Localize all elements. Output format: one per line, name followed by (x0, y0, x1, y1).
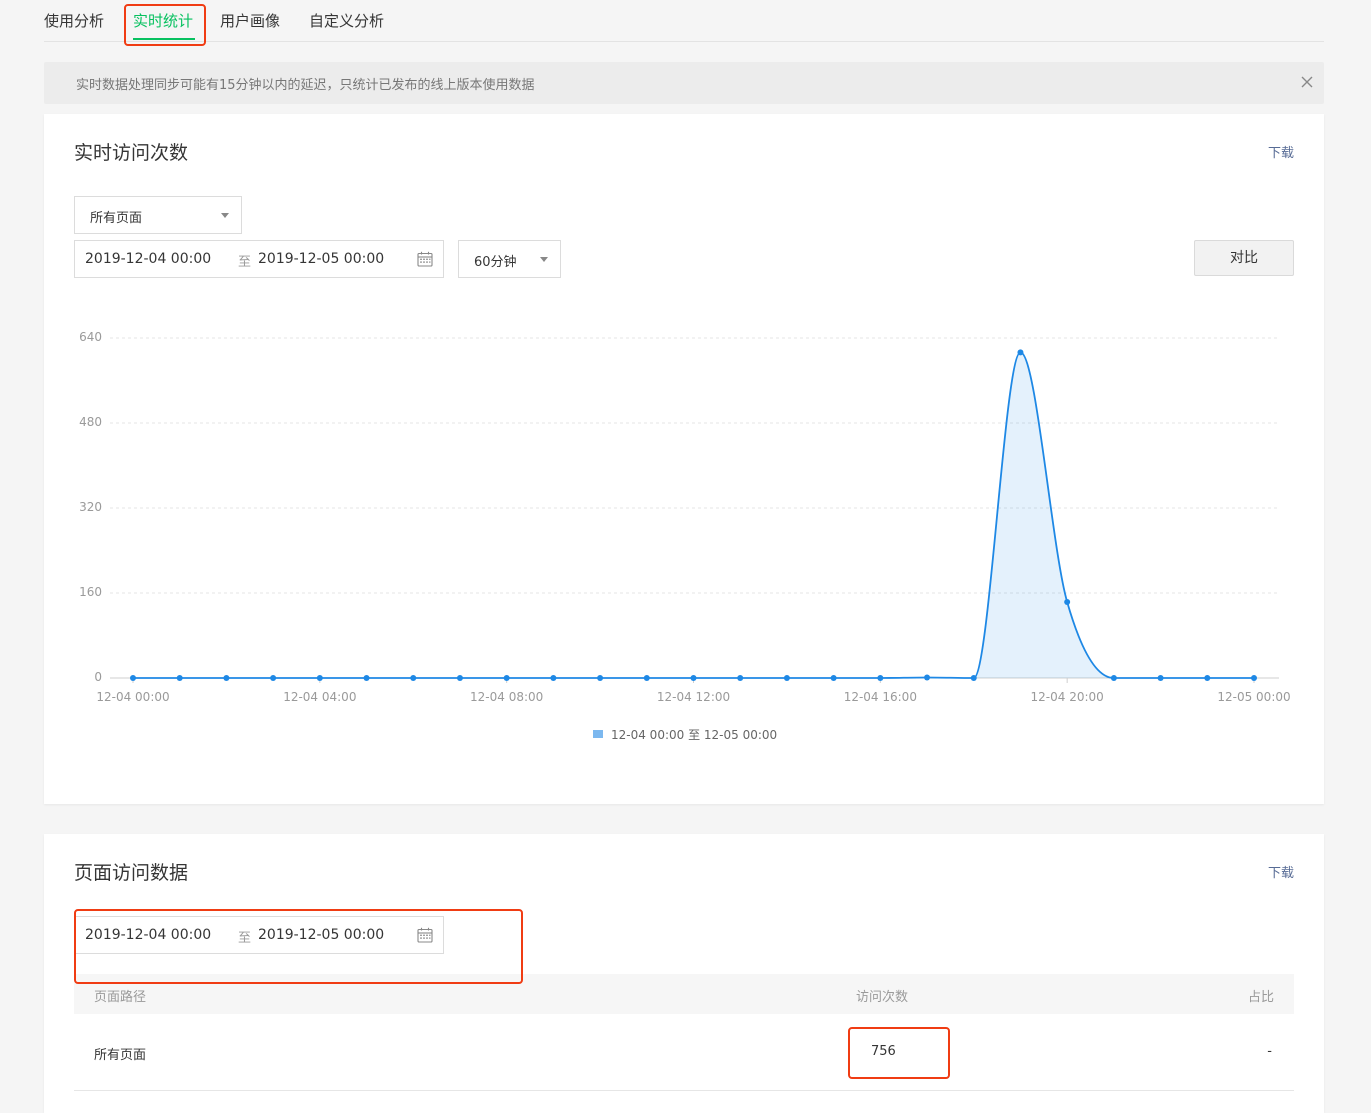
highlight-box-visits (848, 1027, 950, 1079)
card-title: 页面访问数据 (74, 862, 189, 884)
data-point (924, 674, 931, 681)
table-row: 所有页面 756 - (74, 1014, 1294, 1091)
y-tick-label: 480 (79, 415, 102, 429)
data-point (503, 675, 510, 681)
x-tick-label: 12-04 12:00 (656, 690, 731, 704)
data-point (1157, 675, 1164, 681)
column-header-path: 页面路径 (94, 990, 147, 1005)
y-tick-label: 640 (79, 330, 102, 344)
data-point (363, 675, 370, 681)
data-point (410, 675, 417, 681)
legend-label: 12-04 00:00 至 12-05 00:00 (611, 728, 778, 742)
cell-path: 所有页面 (94, 1048, 147, 1063)
data-point (316, 675, 323, 681)
data-point (550, 675, 557, 681)
tab-divider (44, 41, 1324, 42)
highlight-box-tab (124, 4, 206, 46)
x-tick-label: 12-04 04:00 (283, 690, 357, 704)
tab-custom-analysis[interactable]: 自定义分析 (309, 10, 384, 31)
data-point (130, 675, 136, 681)
data-point (1017, 349, 1024, 356)
tab-user-portrait[interactable]: 用户画像 (220, 10, 280, 31)
data-point (456, 675, 463, 681)
y-tick-label: 320 (79, 500, 102, 514)
data-point (176, 675, 183, 681)
realtime-visits-card: 实时访问次数 下载 所有页面 2019-12-04 00:00 至 2019-1… (44, 114, 1324, 804)
data-point (643, 675, 650, 681)
tab-usage-analysis[interactable]: 使用分析 (44, 10, 104, 31)
data-point (970, 675, 977, 681)
chart-legend[interactable]: 12-04 00:00 至 12-05 00:00 (593, 726, 777, 743)
column-header-visits[interactable]: 访问次数 (856, 986, 908, 1005)
notice-text: 实时数据处理同步可能有15分钟以内的延迟，只统计已发布的线上版本使用数据 (76, 78, 535, 93)
x-tick-label: 12-04 08:00 (470, 690, 544, 704)
data-point (830, 675, 837, 681)
x-tick-label: 12-04 20:00 (1030, 690, 1104, 704)
cell-ratio: - (1267, 1044, 1272, 1059)
data-point (690, 675, 697, 681)
data-point (1064, 599, 1071, 606)
y-tick-label: 0 (94, 670, 102, 684)
column-header-ratio: 占比 (1247, 990, 1274, 1005)
data-point (223, 675, 230, 681)
x-tick-label: 12-05 00:00 (1217, 690, 1291, 704)
notice-bar: 实时数据处理同步可能有15分钟以内的延迟，只统计已发布的线上版本使用数据 (44, 62, 1324, 104)
data-point (1251, 675, 1257, 681)
data-point (597, 675, 604, 681)
highlight-box-date-range (74, 909, 523, 984)
data-point (1110, 675, 1117, 681)
legend-swatch (593, 730, 603, 738)
data-point (270, 675, 277, 681)
x-tick-label: 12-04 00:00 (96, 690, 170, 704)
close-icon[interactable] (1298, 73, 1316, 91)
data-point (1204, 675, 1211, 681)
data-point (877, 675, 884, 681)
y-tick-label: 160 (79, 585, 102, 599)
download-link[interactable]: 下载 (1268, 862, 1294, 881)
x-tick-label: 12-04 16:00 (843, 690, 917, 704)
series-line (132, 351, 1254, 679)
data-point (737, 675, 744, 681)
data-point (783, 675, 790, 681)
series-area (133, 352, 1254, 678)
